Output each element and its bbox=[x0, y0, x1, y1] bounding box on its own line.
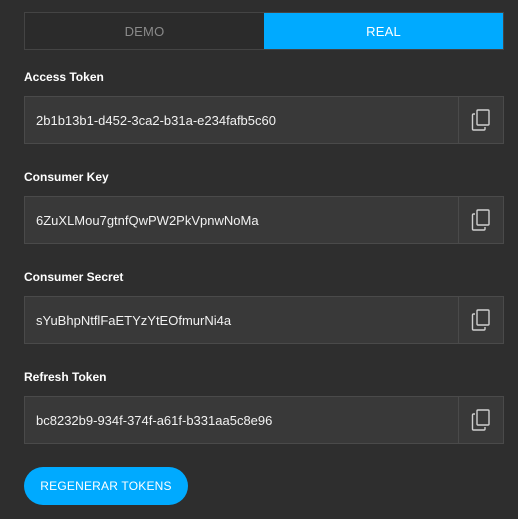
access-token-label: Access Token bbox=[24, 70, 104, 84]
consumer-key-box: 6ZuXLMou7gtnfQwPW2PkVpnwNoMa bbox=[24, 196, 504, 244]
regenerate-tokens-button[interactable]: REGENERAR TOKENS bbox=[24, 467, 188, 505]
consumer-secret-label: Consumer Secret bbox=[24, 270, 124, 284]
consumer-secret-box: sYuBhpNtflFaETYzYtEOfmurNi4a bbox=[24, 296, 504, 344]
consumer-key-label: Consumer Key bbox=[24, 170, 109, 184]
consumer-key-field[interactable]: 6ZuXLMou7gtnfQwPW2PkVpnwNoMa bbox=[25, 197, 458, 243]
copy-refresh-token-button[interactable] bbox=[458, 397, 503, 443]
copy-icon bbox=[471, 309, 490, 331]
copy-consumer-secret-button[interactable] bbox=[458, 297, 503, 343]
copy-icon bbox=[471, 409, 490, 431]
copy-access-token-button[interactable] bbox=[458, 97, 503, 143]
copy-icon bbox=[471, 109, 490, 131]
refresh-token-field[interactable]: bc8232b9-934f-374f-a61f-b331aa5c8e96 bbox=[25, 397, 458, 443]
tab-demo[interactable]: DEMO bbox=[25, 13, 264, 49]
refresh-token-box: bc8232b9-934f-374f-a61f-b331aa5c8e96 bbox=[24, 396, 504, 444]
consumer-key-group: Consumer Key 6ZuXLMou7gtnfQwPW2PkVpnwNoM… bbox=[24, 169, 504, 244]
refresh-token-group: Refresh Token bc8232b9-934f-374f-a61f-b3… bbox=[24, 369, 504, 444]
access-token-field[interactable]: 2b1b13b1-d452-3ca2-b31a-e234fafb5c60 bbox=[25, 97, 458, 143]
environment-tabs: DEMO REAL bbox=[24, 12, 504, 50]
consumer-secret-group: Consumer Secret sYuBhpNtflFaETYzYtEOfmur… bbox=[24, 269, 504, 344]
refresh-token-label: Refresh Token bbox=[24, 370, 107, 384]
access-token-box: 2b1b13b1-d452-3ca2-b31a-e234fafb5c60 bbox=[24, 96, 504, 144]
consumer-secret-field[interactable]: sYuBhpNtflFaETYzYtEOfmurNi4a bbox=[25, 297, 458, 343]
copy-consumer-key-button[interactable] bbox=[458, 197, 503, 243]
copy-icon bbox=[471, 209, 490, 231]
access-token-group: Access Token 2b1b13b1-d452-3ca2-b31a-e23… bbox=[24, 69, 504, 144]
tab-real[interactable]: REAL bbox=[264, 13, 503, 49]
